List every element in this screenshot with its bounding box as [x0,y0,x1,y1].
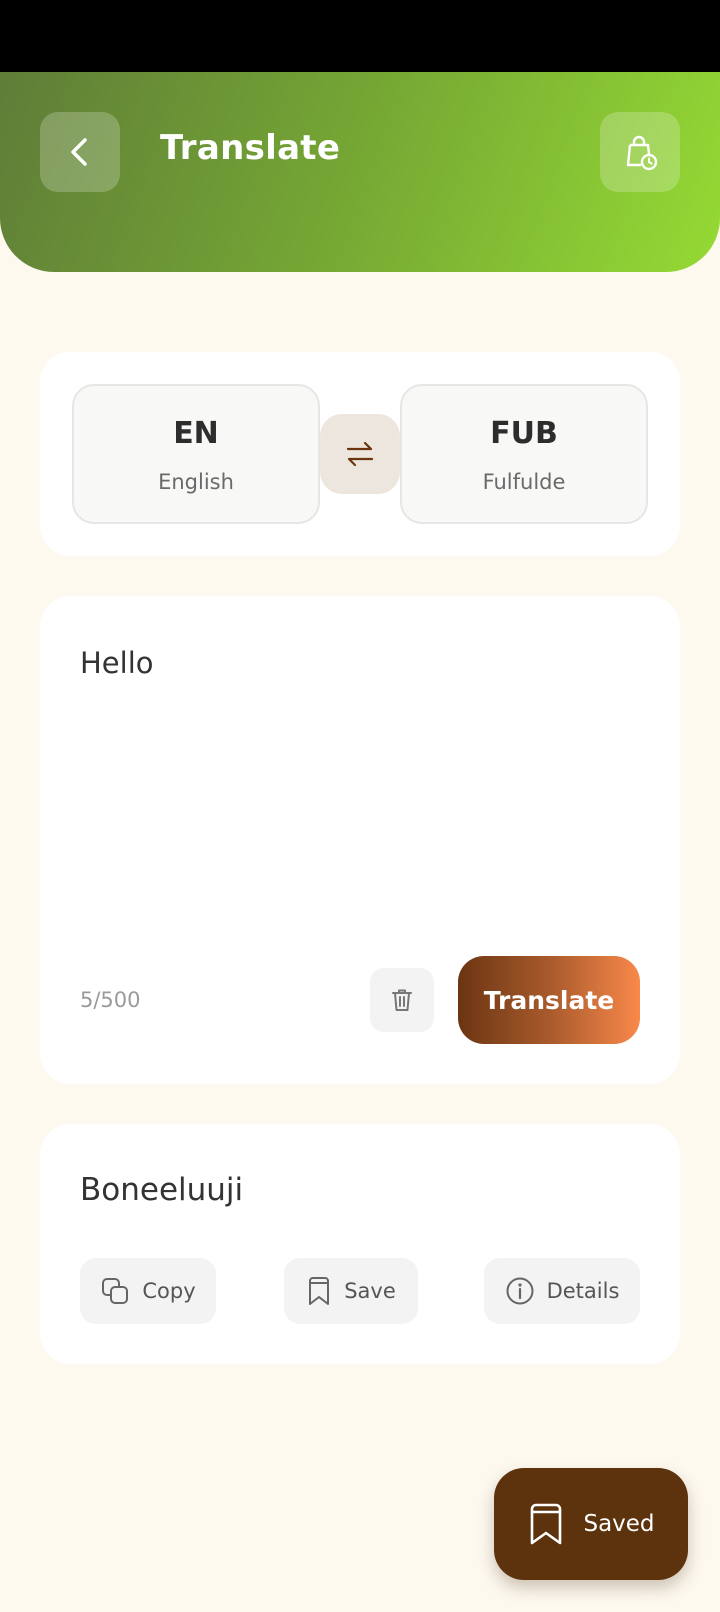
language-selector-card: EN English FUB Fulfulde [40,352,680,556]
copy-button[interactable]: Copy [80,1258,216,1324]
bookmark-icon [527,1502,565,1546]
history-button[interactable] [600,112,680,192]
status-bar [0,0,720,72]
source-language-button[interactable]: EN English [72,384,320,524]
bag-clock-icon [620,132,660,172]
save-label: Save [344,1279,396,1303]
saved-fab-button[interactable]: Saved [494,1468,688,1580]
swap-languages-button[interactable] [320,414,400,494]
trash-icon [388,986,416,1014]
swap-arrows-icon [344,438,376,470]
app-header: Translate [0,72,720,272]
translate-button[interactable]: Translate [458,956,640,1044]
source-language-code: EN [173,416,219,451]
output-card: Boneeluuji Copy Save Details [40,1124,680,1364]
source-language-name: English [158,470,234,494]
bookmark-icon [306,1276,332,1306]
details-button[interactable]: Details [484,1258,640,1324]
target-language-name: Fulfulde [482,470,566,494]
back-button[interactable] [40,112,120,192]
character-count: 5/500 [80,988,141,1012]
copy-label: Copy [142,1279,196,1303]
info-icon [505,1276,535,1306]
input-card: Hello 5/500 Translate [40,596,680,1084]
saved-label: Saved [583,1511,655,1537]
clear-button[interactable] [370,968,434,1032]
save-button[interactable]: Save [284,1258,418,1324]
target-language-button[interactable]: FUB Fulfulde [400,384,648,524]
translated-text: Boneeluuji [80,1172,244,1208]
details-label: Details [546,1279,620,1303]
source-text-input[interactable]: Hello [80,646,154,680]
page-title: Translate [160,128,341,168]
chevron-left-icon [63,135,97,169]
copy-icon [100,1276,130,1306]
target-language-code: FUB [490,416,558,451]
